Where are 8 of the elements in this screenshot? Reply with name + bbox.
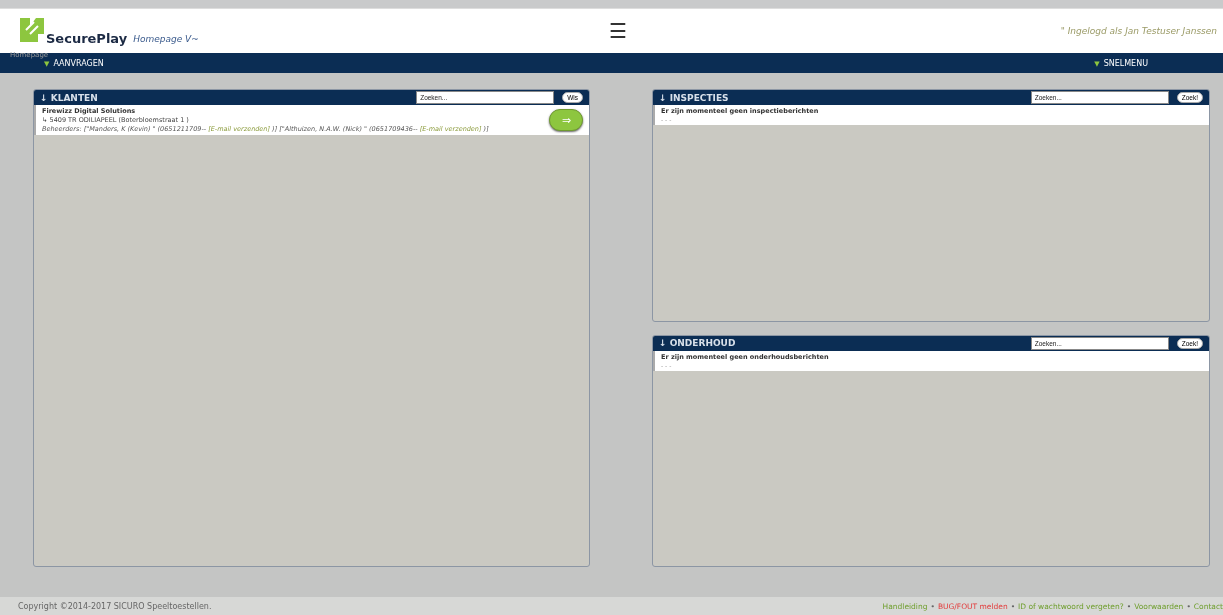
- page-title: Homepage V~: [133, 34, 199, 44]
- menu-button[interactable]: ☰: [608, 19, 627, 43]
- panel-title[interactable]: ↓ INSPECTIES: [659, 92, 1023, 103]
- panel-title[interactable]: ↓ ONDERHOUD: [659, 338, 1023, 348]
- copyright-text: Copyright ©2014-2017 SICURO Speeltoestellen.: [18, 601, 212, 611]
- logged-in-user: " Ingelogd als Jan Testuser Janssen: [1060, 26, 1217, 36]
- panel-title[interactable]: ↓ KLANTEN: [40, 92, 409, 103]
- logo-text: SecurePlay: [46, 31, 128, 46]
